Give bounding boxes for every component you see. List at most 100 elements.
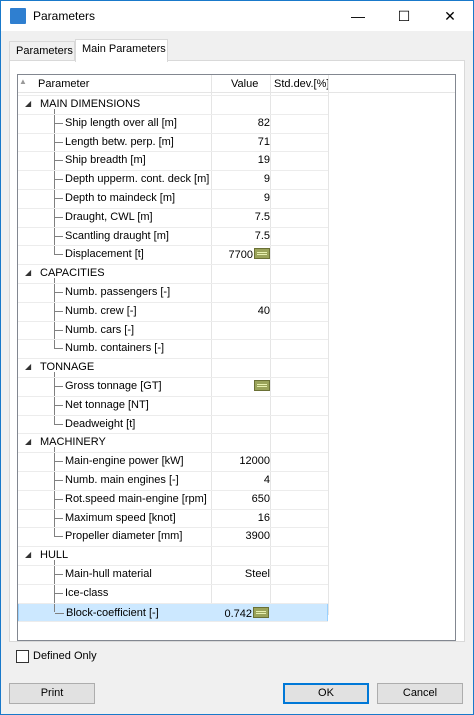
parameter-label: Rot.speed main-engine [rpm] [65, 492, 207, 505]
cancel-button[interactable]: Cancel [377, 683, 463, 704]
tree-connector [54, 498, 63, 500]
parameter-value[interactable]: 7.5 [214, 230, 270, 242]
parameter-value[interactable]: 7.5 [214, 211, 270, 223]
tree-connector [54, 198, 63, 199]
calculator-icon[interactable] [254, 380, 270, 391]
row-divider [18, 640, 328, 641]
parameter-label: Displacement [t] [65, 248, 144, 261]
tree-connector [54, 517, 63, 519]
parameter-row[interactable]: Ship breadth [m] 19 [18, 151, 328, 170]
parameter-label: Deadweight [t] [65, 417, 136, 430]
parameter-row[interactable]: Depth to maindeck [m] 9 [18, 189, 328, 208]
maximize-button[interactable]: ☐ [381, 1, 427, 31]
parameter-row[interactable]: Depth upperm. cont. deck [m] 9 [18, 170, 328, 189]
parameter-row[interactable]: Ship length over all [m] 82 [18, 114, 328, 133]
parameter-tree[interactable]: ▲ Parameter Value Std.dev.[%] ◢ MAIN DIME… [17, 74, 456, 641]
parameter-label: Depth upperm. cont. deck [m] [65, 173, 210, 186]
tree-connector [54, 386, 63, 387]
parameter-row[interactable]: Displacement [t] 7700 [18, 245, 328, 264]
category-row[interactable]: ◢ MAIN DIMENSIONS [18, 95, 328, 114]
row-divider [18, 95, 328, 96]
parameter-value[interactable] [214, 380, 270, 393]
tree-connector [54, 109, 55, 255]
parameter-row[interactable]: Main-engine power [kW] 12000 [18, 452, 328, 471]
category-label: MAIN DIMENSIONS [40, 98, 141, 110]
print-button[interactable]: Print [9, 683, 95, 704]
category-row[interactable]: ◢ HULL [18, 546, 328, 565]
tree-connector [54, 560, 55, 612]
expand-triangle-icon[interactable]: ◢ [25, 268, 31, 277]
parameter-value-text: 12000 [239, 455, 270, 468]
parameter-value[interactable]: 7700 [214, 248, 270, 261]
parameter-row[interactable]: Maximum speed [knot] 16 [18, 509, 328, 528]
parameter-value[interactable]: 19 [214, 154, 270, 166]
parameter-row[interactable]: Ice-class [18, 584, 328, 603]
expand-triangle-icon[interactable]: ◢ [25, 550, 31, 559]
parameter-label: Ice-class [65, 586, 109, 599]
row-divider [18, 301, 328, 303]
parameter-row[interactable]: Length betw. perp. [m] 71 [18, 133, 328, 152]
row-divider [18, 433, 328, 435]
parameter-value[interactable]: 71 [214, 136, 270, 148]
parameter-label: Length betw. perp. [m] [65, 135, 174, 148]
parameter-value[interactable]: 9 [214, 173, 270, 185]
parameter-row[interactable]: Gross tonnage [GT] [18, 377, 328, 396]
parameter-value[interactable]: 9 [214, 192, 270, 204]
calculator-icon[interactable] [253, 606, 269, 618]
defined-only-checkbox[interactable] [16, 650, 29, 663]
ok-button[interactable]: OK [283, 683, 369, 704]
parameter-value[interactable]: 40 [214, 305, 270, 317]
row-divider [18, 583, 328, 585]
tree-connector [54, 254, 63, 256]
parameter-row[interactable]: Numb. passengers [-] [18, 283, 328, 302]
parameter-value-text: 16 [257, 511, 270, 524]
title-bar[interactable]: Parameters — ☐ ✕ [1, 1, 473, 31]
parameter-value[interactable]: Steel [214, 568, 270, 580]
calculator-icon[interactable] [254, 248, 270, 260]
parameter-row[interactable]: Rot.speed main-engine [rpm] 650 [18, 490, 328, 509]
column-header-stddev[interactable]: Std.dev.[%] [274, 78, 329, 90]
parameter-value[interactable]: 4 [214, 474, 270, 486]
parameter-row[interactable]: Propeller diameter [mm] 3900 [18, 527, 328, 546]
parameter-value[interactable]: 650 [214, 493, 270, 505]
tab-main-parameters[interactable]: Main Parameters [75, 39, 168, 62]
parameter-value[interactable]: 12000 [214, 455, 270, 467]
column-header-parameter[interactable]: Parameter [38, 78, 89, 90]
expand-triangle-icon[interactable]: ◢ [25, 362, 31, 371]
tree-connector [54, 372, 55, 424]
parameter-row[interactable]: Main-hull material Steel [18, 565, 328, 584]
parameter-value[interactable]: 16 [214, 512, 270, 524]
parameter-value-text: 71 [257, 135, 270, 148]
parameter-row[interactable]: Net tonnage [NT] [18, 396, 328, 415]
parameter-row[interactable]: Draught, CWL [m] 7.5 [18, 208, 328, 227]
category-row[interactable]: ◢ CAPACITIES [18, 264, 328, 283]
parameter-value-text: 4 [263, 474, 270, 486]
parameter-value[interactable]: 0.742 [213, 606, 269, 620]
tab-parameters[interactable]: Parameters [9, 41, 75, 61]
parameter-value[interactable]: 82 [214, 117, 270, 129]
expand-triangle-icon[interactable]: ◢ [25, 99, 31, 108]
tree-connector [54, 348, 63, 350]
parameter-row[interactable]: Numb. main engines [-] 4 [18, 471, 328, 490]
category-row[interactable]: ◢ TONNAGE [18, 358, 328, 377]
category-row[interactable]: ◢ MACHINERY [18, 433, 328, 452]
expand-triangle-icon[interactable]: ◢ [25, 437, 31, 446]
parameter-row[interactable]: Scantling draught [m] 7.5 [18, 227, 328, 246]
tree-header: ▲ Parameter Value Std.dev.[%] [18, 75, 455, 93]
tree-connector [55, 612, 64, 614]
parameter-value-text: 3900 [245, 530, 270, 543]
parameter-row[interactable]: Numb. containers [-] [18, 339, 328, 358]
column-header-value[interactable]: Value [231, 78, 258, 90]
close-button[interactable]: ✕ [427, 1, 473, 31]
parameter-label: Propeller diameter [mm] [65, 530, 183, 543]
minimize-button[interactable]: — [335, 1, 381, 31]
parameter-row[interactable]: Numb. cars [-] [18, 321, 328, 340]
app-icon [10, 8, 26, 24]
parameter-row[interactable]: Numb. crew [-] 40 [18, 302, 328, 321]
parameter-value[interactable]: 3900 [214, 530, 270, 542]
parameter-row[interactable]: Block-coefficient [-] 0.742 [18, 602, 328, 622]
tree-connector [54, 278, 55, 349]
parameter-row[interactable]: Deadweight [t] [18, 415, 328, 434]
row-divider [18, 151, 328, 153]
tree-connector [54, 216, 63, 218]
